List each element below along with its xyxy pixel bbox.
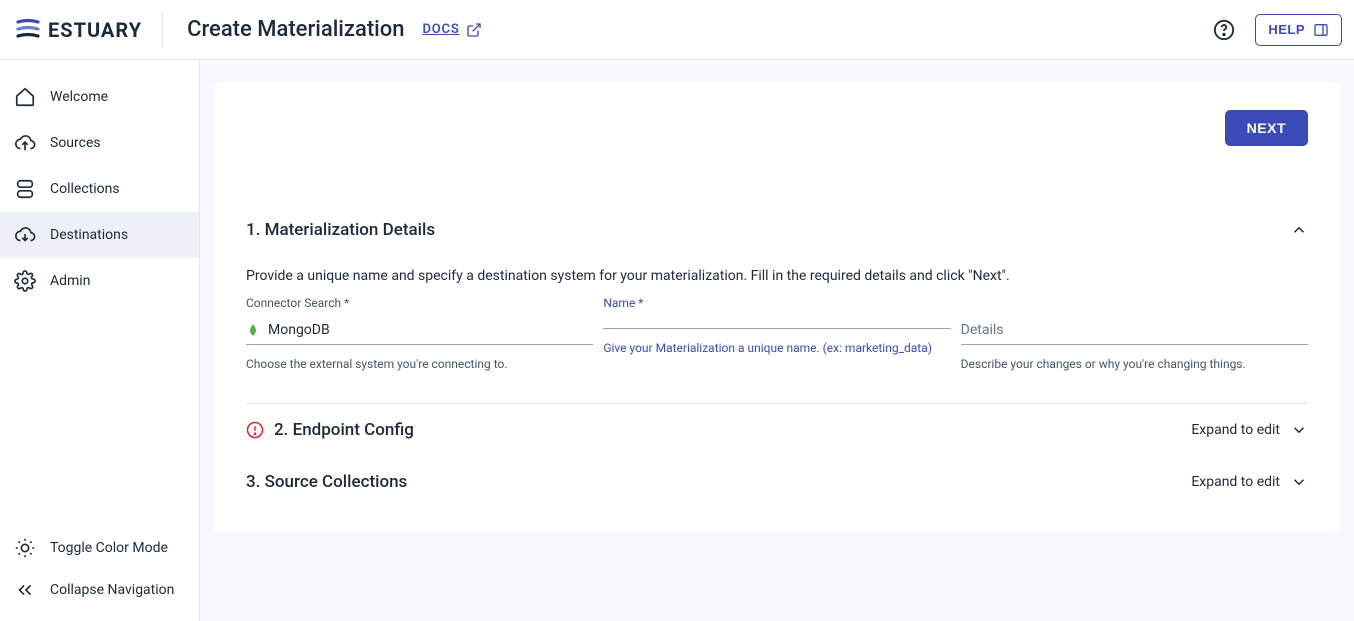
mongodb-icon (246, 323, 260, 337)
connector-helper: Choose the external system you're connec… (246, 355, 593, 373)
section-1-title: 1. Materialization Details (246, 220, 435, 240)
section-1-description: Provide a unique name and specify a dest… (246, 268, 1308, 284)
name-input[interactable] (603, 318, 950, 329)
home-icon (14, 86, 36, 108)
connector-label: Connector Search (246, 296, 593, 310)
sidebar-item-label: Welcome (50, 89, 108, 105)
sun-icon (14, 537, 36, 559)
chevron-down-icon (1290, 421, 1308, 439)
sidebar-item-label: Destinations (50, 227, 128, 243)
database-icon (14, 178, 36, 200)
name-field: Name Give your Materialization a unique … (603, 296, 950, 373)
sidebar-item-destinations[interactable]: Destinations (0, 212, 199, 258)
cloud-download-icon (14, 224, 36, 246)
help-button-label: HELP (1268, 22, 1305, 37)
sidebar-item-admin[interactable]: Admin (0, 258, 199, 304)
next-button[interactable]: NEXT (1225, 110, 1308, 146)
chevrons-left-icon (14, 579, 36, 601)
section-2-action-label: Expand to edit (1191, 422, 1280, 438)
collapse-navigation-button[interactable]: Collapse Navigation (0, 569, 199, 611)
section-3-header[interactable]: 3. Source Collections Expand to edit (246, 456, 1308, 508)
details-input[interactable]: Details (961, 318, 1308, 345)
toggle-color-mode-button[interactable]: Toggle Color Mode (0, 527, 199, 569)
section-2-title: 2. Endpoint Config (274, 420, 414, 440)
section-2-header[interactable]: 2. Endpoint Config Expand to edit (246, 404, 1308, 456)
card: NEXT 1. Materialization Details Provide … (214, 82, 1340, 532)
sidebar-item-label: Admin (50, 273, 90, 289)
sidebar-item-collections[interactable]: Collections (0, 166, 199, 212)
logo-icon (16, 16, 40, 44)
gear-icon (14, 270, 36, 292)
section-3-title: 3. Source Collections (246, 472, 407, 492)
details-label (961, 296, 1308, 310)
docs-link[interactable]: DOCS (423, 22, 482, 38)
section-1-header[interactable]: 1. Materialization Details (246, 206, 1308, 254)
toggle-color-label: Toggle Color Mode (50, 540, 168, 556)
connector-search-input[interactable]: MongoDB (246, 318, 593, 345)
main-content: NEXT 1. Materialization Details Provide … (200, 60, 1354, 621)
details-field: Details Describe your changes or why you… (961, 296, 1308, 373)
details-placeholder: Details (961, 322, 1004, 338)
docs-label: DOCS (423, 22, 460, 37)
logo[interactable]: ESTUARY (16, 12, 163, 48)
alert-circle-icon (246, 421, 264, 439)
sidebar-item-sources[interactable]: Sources (0, 120, 199, 166)
sidebar-item-welcome[interactable]: Welcome (0, 74, 199, 120)
help-button[interactable]: HELP (1255, 14, 1342, 46)
sidebar-item-label: Collections (50, 181, 120, 197)
section-3-action-label: Expand to edit (1191, 474, 1280, 490)
details-helper: Describe your changes or why you're chan… (961, 355, 1308, 373)
cloud-upload-icon (14, 132, 36, 154)
collapse-nav-label: Collapse Navigation (50, 582, 174, 598)
sidebar: Welcome Sources Collections (0, 60, 200, 621)
name-helper: Give your Materialization a unique name.… (603, 339, 950, 357)
panel-right-icon (1313, 22, 1329, 38)
sidebar-item-label: Sources (50, 135, 101, 151)
name-label: Name (603, 296, 950, 310)
external-link-icon (466, 22, 482, 38)
connector-field: Connector Search MongoDB Choose the exte… (246, 296, 593, 373)
page-title: Create Materialization (187, 17, 404, 42)
chevron-up-icon (1290, 221, 1308, 239)
logo-text: ESTUARY (48, 18, 142, 42)
topbar: ESTUARY Create Materialization DOCS HELP (0, 0, 1354, 60)
help-circle-icon[interactable] (1213, 19, 1235, 41)
chevron-down-icon (1290, 473, 1308, 491)
connector-value: MongoDB (268, 322, 330, 338)
